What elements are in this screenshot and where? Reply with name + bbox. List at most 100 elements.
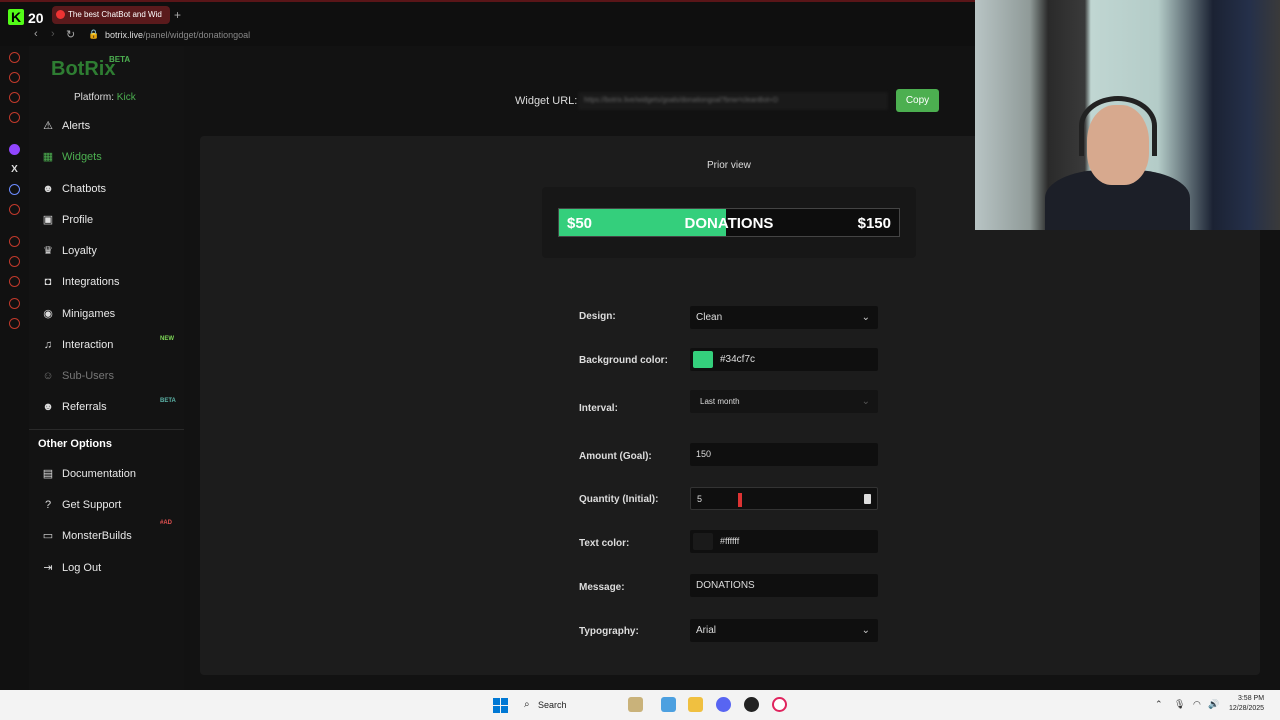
reload-icon[interactable]: ↻: [66, 28, 75, 41]
platform-indicator: Platform: Kick: [74, 92, 136, 103]
sidebar-item-label: Alerts: [62, 120, 91, 132]
message-label: Message:: [579, 582, 625, 593]
interval-select[interactable]: Last month ⌄: [690, 390, 878, 413]
chevron-down-icon: ⌄: [861, 625, 870, 636]
url-path: /panel/widget/donationgoal: [143, 30, 251, 40]
quantity-initial-label: Quantity (Initial):: [579, 494, 659, 505]
tray-chevron-up-icon[interactable]: ⌃: [1155, 699, 1163, 710]
donation-goal-bar: $50 DONATIONS $150: [558, 208, 900, 237]
brand-beta-badge: BETA: [109, 55, 131, 64]
text-color-field[interactable]: #ffffff: [690, 530, 878, 553]
rail-app-icon[interactable]: [9, 298, 20, 309]
kick-count: 20: [28, 10, 44, 26]
file-explorer-icon[interactable]: [688, 697, 703, 712]
x-icon[interactable]: X: [9, 164, 20, 175]
sidebar-item-alerts[interactable]: ⚠ Alerts: [41, 116, 90, 136]
amount-goal-label: Amount (Goal):: [579, 451, 652, 462]
rail-app-icon[interactable]: [9, 112, 20, 123]
sidebar-item-referrals[interactable]: ☻ Referrals: [41, 397, 106, 417]
text-color-swatch[interactable]: [693, 533, 713, 550]
sidebar-item-profile[interactable]: ▣ Profile: [41, 210, 93, 230]
background-color-value: #34cf7c: [720, 354, 756, 365]
widget-url-field[interactable]: https://botrix.live/widgets/goals/donati…: [578, 92, 888, 110]
sidebar-item-log-out[interactable]: ⇥ Log Out: [41, 558, 101, 578]
opera-icon[interactable]: [772, 697, 787, 712]
browser-side-rail: X: [0, 46, 29, 690]
taskbar-search[interactable]: ⌕ Search: [520, 695, 620, 715]
url-host: botrix.live: [105, 30, 144, 40]
wifi-icon[interactable]: ◠: [1193, 699, 1201, 710]
sidebar-item-documentation[interactable]: ▤ Documentation: [41, 464, 136, 484]
url-field[interactable]: botrix.live/panel/widget/donationgoal: [105, 30, 250, 40]
interval-value: Last month: [700, 397, 740, 406]
message-input[interactable]: DONATIONS: [690, 574, 878, 597]
sidebar-item-label: Log Out: [62, 562, 102, 574]
taskbar-app-icon[interactable]: [628, 697, 643, 712]
browser-tab[interactable]: The best ChatBot and Wid: [52, 6, 170, 24]
background-color-label: Background color:: [579, 355, 668, 366]
rail-app-icon[interactable]: [9, 72, 20, 83]
kick-logo-icon[interactable]: K: [8, 9, 24, 25]
rail-app-icon[interactable]: [9, 318, 20, 329]
sidebar-item-label: Widgets: [62, 151, 102, 163]
sidebar-item-label: Sub-Users: [62, 370, 114, 382]
design-value: Clean: [696, 312, 723, 323]
microphone-icon[interactable]: 🎙: [1174, 699, 1185, 710]
sidebar-item-get-support[interactable]: ? Get Support: [41, 495, 121, 515]
headset: [1079, 96, 1157, 156]
copy-button[interactable]: Copy: [896, 89, 939, 112]
rail-app-icon[interactable]: [9, 52, 20, 63]
sidebar-item-interaction[interactable]: ♫ Interaction: [41, 335, 114, 355]
interval-label: Interval:: [579, 403, 618, 414]
sidebar-item-label: Minigames: [62, 308, 116, 320]
platform-value: Kick: [116, 92, 136, 103]
number-spinner-icon[interactable]: [864, 494, 871, 504]
tab-favicon-icon: [56, 10, 65, 19]
background-color-swatch[interactable]: [693, 351, 713, 368]
windows-taskbar: ⌕ Search ⌃ 🎙 ◠ 🔊 3:58 PM 12/28/2025: [0, 690, 1280, 720]
brand-logo[interactable]: BotRix: [51, 58, 115, 81]
trophy-icon: ♛: [43, 245, 53, 257]
rail-app-icon[interactable]: [9, 236, 20, 247]
obs-icon[interactable]: [744, 697, 759, 712]
back-icon[interactable]: ‹: [34, 28, 38, 40]
design-label: Design:: [579, 311, 616, 322]
twitch-icon[interactable]: [9, 144, 20, 155]
chevron-down-icon: ⌄: [861, 312, 870, 323]
sidebar-item-chatbots[interactable]: ☻ Chatbots: [41, 179, 106, 199]
background-color-field[interactable]: #34cf7c: [690, 348, 878, 371]
rail-app-icon[interactable]: [9, 204, 20, 215]
text-color-value: #ffffff: [720, 536, 740, 546]
sidebar-item-integrations[interactable]: ◘ Integrations: [41, 272, 120, 292]
sidebar-item-widgets[interactable]: ▦ Widgets: [41, 147, 102, 167]
new-tab-button[interactable]: +: [174, 8, 181, 22]
volume-icon[interactable]: 🔊: [1208, 699, 1219, 710]
typography-select[interactable]: Arial ⌄: [690, 619, 878, 642]
quantity-initial-input[interactable]: 5: [690, 487, 878, 510]
sidebar-item-loyalty[interactable]: ♛ Loyalty: [41, 241, 97, 261]
platform-label: Platform:: [74, 92, 115, 103]
sidebar: BotRix BETA Platform: Kick ⚠ Alerts ▦ Widge…: [29, 46, 184, 690]
amount-goal-input[interactable]: 150: [690, 443, 878, 466]
sidebar-item-monsterbuilds[interactable]: ▭ MonsterBuilds: [41, 526, 132, 546]
forward-icon[interactable]: ›: [51, 28, 55, 40]
copilot-icon[interactable]: [661, 697, 676, 712]
sidebar-item-minigames[interactable]: ◉ Minigames: [41, 304, 115, 324]
sidebar-item-sub-users[interactable]: ☺ Sub-Users: [41, 366, 114, 386]
other-options-heading: Other Options: [38, 438, 112, 450]
bitwarden-icon[interactable]: [9, 184, 20, 195]
rail-app-icon[interactable]: [9, 276, 20, 287]
lock-icon: 🔒: [88, 29, 100, 39]
sidebar-badge: BETA: [160, 398, 176, 404]
design-select[interactable]: Clean ⌄: [690, 306, 878, 329]
rail-app-icon[interactable]: [9, 92, 20, 103]
ad-badge: #AD: [160, 520, 173, 526]
windows-start-icon[interactable]: [493, 698, 508, 713]
taskbar-clock[interactable]: 3:58 PM 12/28/2025: [1229, 694, 1264, 714]
music-icon: ♫: [43, 339, 53, 351]
taskbar-search-label: Search: [538, 700, 567, 710]
users-icon: ☺: [42, 370, 54, 382]
sidebar-divider: [29, 429, 184, 430]
discord-icon[interactable]: [716, 697, 731, 712]
play-icon[interactable]: [9, 256, 20, 267]
